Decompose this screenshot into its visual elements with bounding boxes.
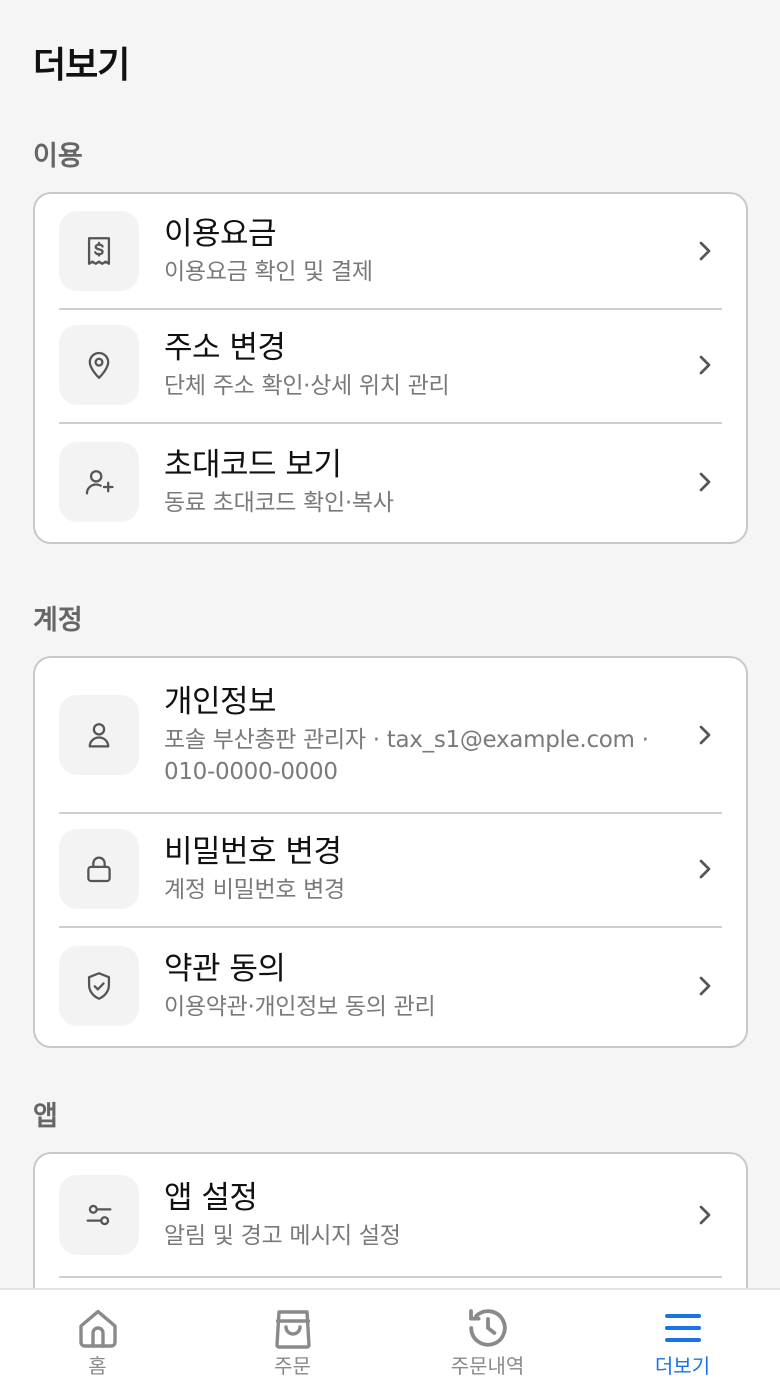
shield-check-icon xyxy=(87,972,111,1000)
sliders-icon xyxy=(86,1204,112,1226)
menu-item-change-address[interactable]: 주소 변경 단체 주소 확인·상세 위치 관리 xyxy=(35,308,746,422)
chevron-right-icon xyxy=(699,725,711,745)
menu-item-title: 앱 설정 xyxy=(164,1180,258,1216)
tab-label: 주문 xyxy=(274,1354,311,1378)
chevron-right-icon xyxy=(699,1205,711,1225)
menu-item-fees[interactable]: 이용요금 이용요금 확인 및 결제 xyxy=(35,194,746,308)
menu-item-title: 약관 동의 xyxy=(164,951,286,987)
chevron-right-icon xyxy=(699,355,711,375)
tab-more[interactable]: 더보기 xyxy=(585,1290,780,1386)
section-label-account: 계정 xyxy=(33,605,83,636)
menu-item-invite-code[interactable]: 초대코드 보기 동료 초대코드 확인·복사 xyxy=(35,422,746,542)
tab-label: 홈 xyxy=(88,1354,107,1378)
menu-item-subtitle: 이용요금 확인 및 결제 xyxy=(164,259,373,285)
home-icon xyxy=(78,1309,117,1348)
menu-item-terms-consent[interactable]: 약관 동의 이용약관·개인정보 동의 관리 xyxy=(35,926,746,1046)
tab-order-history[interactable]: 주문내역 xyxy=(390,1290,585,1386)
tab-label: 주문내역 xyxy=(450,1354,525,1378)
menu-item-subtitle: 계정 비밀번호 변경 xyxy=(164,877,345,903)
page-title: 더보기 xyxy=(33,45,130,86)
chevron-right-icon xyxy=(699,241,711,261)
usage-card: 이용요금 이용요금 확인 및 결제 주소 변경 단체 주소 확인·상세 위치 관… xyxy=(33,192,748,544)
menu-icon xyxy=(664,1314,701,1342)
tab-label: 더보기 xyxy=(654,1354,711,1378)
section-label-usage: 이용 xyxy=(33,141,83,172)
chevron-right-icon xyxy=(699,859,711,879)
receipt-dollar-icon xyxy=(87,237,111,265)
menu-item-subtitle: 알림 및 경고 메시지 설정 xyxy=(164,1223,401,1249)
menu-item-title: 개인정보 xyxy=(164,684,277,720)
app-card: 앱 설정 알림 및 경고 메시지 설정 xyxy=(33,1152,748,1290)
menu-item-subtitle: 이용약관·개인정보 동의 관리 xyxy=(164,994,436,1020)
content-scroll-area[interactable]: 더보기 이용 이용요금 이용요금 확인 및 결제 주소 변경 단체 주소 확인·… xyxy=(0,0,780,1290)
chevron-right-icon xyxy=(699,976,711,996)
menu-item-personal-info[interactable]: 개인정보 포솔 부산총판 관리자 · tax_s1@example.com · … xyxy=(35,658,746,812)
shopping-bag-icon xyxy=(274,1310,311,1349)
menu-item-app-settings[interactable]: 앱 설정 알림 및 경고 메시지 설정 xyxy=(35,1154,746,1276)
user-plus-icon xyxy=(85,470,114,495)
menu-item-title: 이용요금 xyxy=(164,216,277,252)
history-icon xyxy=(468,1309,507,1347)
menu-item-subtitle: 동료 초대코드 확인·복사 xyxy=(164,490,394,516)
account-card: 개인정보 포솔 부산총판 관리자 · tax_s1@example.com · … xyxy=(33,656,748,1048)
menu-item-subtitle: 단체 주소 확인·상세 위치 관리 xyxy=(164,373,450,399)
menu-item-subtitle: 포솔 부산총판 관리자 · tax_s1@example.com · 010-0… xyxy=(164,727,649,785)
tab-orders[interactable]: 주문 xyxy=(195,1290,390,1386)
bottom-tab-bar: 홈 주문 주문내역 더보기 xyxy=(0,1288,780,1386)
menu-item-title: 초대코드 보기 xyxy=(164,447,342,483)
menu-item-title: 주소 변경 xyxy=(164,330,286,366)
location-pin-icon xyxy=(88,351,110,379)
menu-item-change-password[interactable]: 비밀번호 변경 계정 비밀번호 변경 xyxy=(35,812,746,926)
lock-icon xyxy=(87,856,111,883)
user-icon xyxy=(88,723,110,748)
chevron-right-icon xyxy=(699,472,711,492)
more-page: 더보기 이용 이용요금 이용요금 확인 및 결제 주소 변경 단체 주소 확인·… xyxy=(0,0,780,1386)
section-label-app: 앱 xyxy=(33,1101,58,1132)
menu-item-title: 비밀번호 변경 xyxy=(164,834,342,870)
tab-home[interactable]: 홈 xyxy=(0,1290,195,1386)
